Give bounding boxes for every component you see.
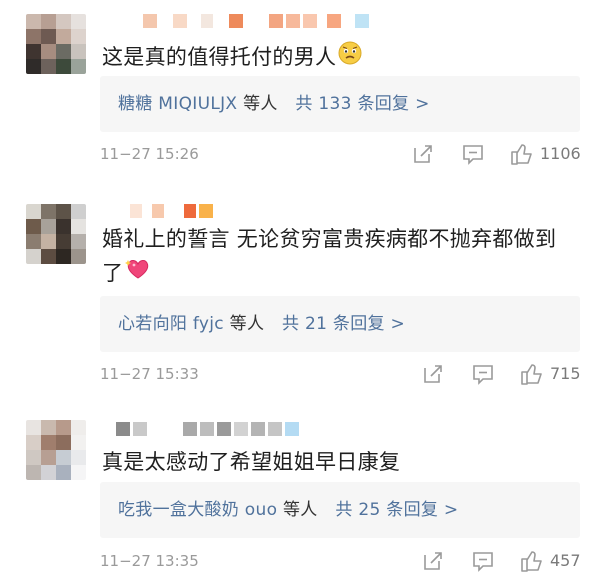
like-count: 1106 [540,144,581,163]
comment-meta: 11−27 15:26 1106 [100,142,581,166]
like-button[interactable]: 715 [520,362,581,386]
comment-icon[interactable] [472,362,494,386]
reply-summary[interactable]: 吃我一盒大酸奶 ouo 等人 共 25 条回复 > [100,482,580,538]
reply-total-link[interactable]: 共 21 条回复 > [282,314,405,334]
timestamp: 11−27 15:33 [100,365,199,383]
comment-icon[interactable] [472,549,494,573]
username-redacted[interactable] [116,422,299,436]
reply-users[interactable]: 心若向阳 fyjc [118,314,224,334]
reply-total-link[interactable]: 共 25 条回复 > [335,500,458,520]
reply-summary[interactable]: 心若向阳 fyjc 等人 共 21 条回复 > [100,296,580,352]
like-icon[interactable] [520,549,544,573]
reply-users[interactable]: 糖糖 MIQIULJX [118,94,237,114]
comment-meta: 11−27 15:33 715 [100,362,581,386]
reply-summary[interactable]: 糖糖 MIQIULJX 等人 共 133 条回复 > [100,76,580,132]
reply-total-link[interactable]: 共 133 条回复 > [295,94,429,114]
username-redacted[interactable] [130,204,213,218]
comment-text: 真是太感动了希望姐姐早日康复 [102,445,576,479]
sparkling-heart-icon [125,257,151,291]
share-icon[interactable] [422,549,444,573]
comment-text-content: 这是真的值得托付的男人 [102,45,337,69]
timestamp: 11−27 13:35 [100,552,199,570]
comment-meta: 11−27 13:35 457 [100,549,581,573]
worried-face-icon [338,41,362,75]
share-icon[interactable] [412,142,434,166]
like-icon[interactable] [510,142,534,166]
reply-users[interactable]: 吃我一盒大酸奶 ouo [118,500,277,520]
timestamp: 11−27 15:26 [100,145,199,163]
username-redacted[interactable] [143,14,369,28]
comment-text: 这是真的值得托付的男人 [102,40,576,75]
like-button[interactable]: 457 [520,549,581,573]
comment-text: 婚礼上的誓言 无论贫穷富贵疾病都不抛弃都做到了 [102,222,576,291]
comment-text-content: 婚礼上的誓言 无论贫穷富贵疾病都不抛弃都做到了 [102,227,557,285]
avatar[interactable] [26,204,86,264]
avatar[interactable] [26,420,86,480]
like-icon[interactable] [520,362,544,386]
comment-icon[interactable] [462,142,484,166]
like-count: 457 [550,551,581,570]
reply-suffix: 等人 [243,94,278,114]
like-count: 715 [550,364,581,383]
share-icon[interactable] [422,362,444,386]
reply-suffix: 等人 [283,500,318,520]
comment-text-content: 真是太感动了希望姐姐早日康复 [102,450,401,474]
avatar[interactable] [26,14,86,74]
like-button[interactable]: 1106 [510,142,581,166]
reply-suffix: 等人 [229,314,265,334]
